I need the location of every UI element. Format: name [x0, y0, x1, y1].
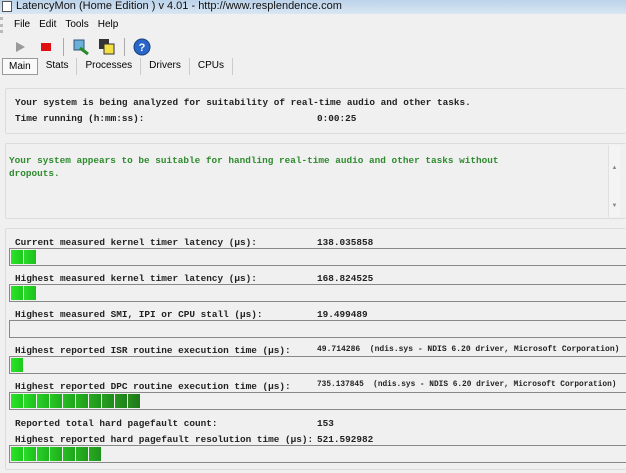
svg-text:?: ? [139, 42, 146, 54]
time-running-value: 0:00:25 [317, 113, 357, 124]
bar-block [63, 447, 75, 461]
bar-block [11, 447, 23, 461]
metric-value: 735.137845 (ndis.sys - NDIS 6.20 driver,… [317, 381, 617, 389]
toolbar-separator [63, 38, 64, 56]
help-icon[interactable]: ? [132, 37, 152, 57]
windows-icon[interactable] [97, 37, 117, 57]
scroll-down-icon[interactable]: ▼ [609, 203, 620, 209]
metric-label: Highest reported hard pagefault resoluti… [15, 434, 314, 445]
bar-block [76, 394, 88, 408]
tab-cpus[interactable]: CPUs [190, 58, 233, 75]
bar-block [37, 447, 49, 461]
tab-stats[interactable]: Stats [38, 58, 78, 75]
stop-icon[interactable] [36, 37, 56, 57]
bar-block [24, 286, 36, 300]
report-icon[interactable] [71, 37, 91, 57]
analysis-panel: Your system is being analyzed for suitab… [5, 88, 626, 134]
verdict-text: Your system appears to be suitable for h… [9, 155, 499, 179]
metric-label: Highest measured kernel timer latency (µ… [15, 273, 257, 284]
toolbar-separator [124, 38, 125, 56]
toolbar: ? [0, 35, 626, 59]
metric-value: 153 [317, 418, 334, 429]
metric-bar [9, 320, 626, 338]
tab-main[interactable]: Main [2, 58, 38, 75]
metric-value: 168.824525 [317, 273, 374, 284]
metric-bar [9, 445, 626, 463]
verdict-panel: Your system appears to be suitable for h… [5, 143, 626, 219]
app-icon [2, 1, 12, 12]
analysis-text: Your system is being analyzed for suitab… [15, 97, 471, 108]
bar-block [89, 447, 101, 461]
metric-value: 49.714286 (ndis.sys - NDIS 6.20 driver, … [317, 345, 620, 354]
metric-label: Reported total hard pagefault count: [15, 418, 218, 429]
metric-value: 138.035858 [317, 237, 374, 248]
bar-block [11, 286, 23, 300]
tab-drivers[interactable]: Drivers [141, 58, 190, 75]
bar-block [50, 394, 62, 408]
play-icon[interactable] [10, 37, 30, 57]
metrics-panel: Current measured kernel timer latency (µ… [5, 228, 626, 470]
menu-edit[interactable]: Edit [39, 17, 56, 33]
bar-block [89, 394, 101, 408]
scroll-up-icon[interactable]: ▲ [609, 165, 620, 171]
metric-bar [9, 284, 626, 302]
bar-block [128, 394, 140, 408]
menu-tools[interactable]: Tools [65, 17, 88, 33]
window-title: LatencyMon (Home Edition ) v 4.01 - http… [16, 0, 342, 12]
bar-block [102, 394, 114, 408]
bar-block [24, 250, 36, 264]
bar-block [11, 250, 23, 264]
metric-value: 521.592982 [317, 434, 374, 445]
bar-block [63, 394, 75, 408]
bar-block [76, 447, 88, 461]
time-running-label: Time running (h:mm:ss): [15, 113, 145, 124]
metric-bar [9, 356, 626, 374]
bar-block [11, 394, 23, 408]
menu-file[interactable]: File [14, 17, 30, 33]
metric-bar [9, 248, 626, 266]
menu-bar: File Edit Tools Help [0, 17, 626, 33]
bar-block [24, 394, 36, 408]
metric-label: Highest reported ISR routine execution t… [15, 345, 291, 356]
bar-block [50, 447, 62, 461]
bar-block [115, 394, 127, 408]
metric-bar [9, 392, 626, 410]
menu-help[interactable]: Help [98, 17, 119, 33]
bar-block [24, 447, 36, 461]
metric-value: 19.499489 [317, 309, 368, 320]
tab-processes[interactable]: Processes [77, 58, 142, 75]
metric-label: Highest measured SMI, IPI or CPU stall (… [15, 309, 263, 320]
tab-bar: Main Stats Processes Drivers CPUs [2, 58, 233, 75]
bar-block [37, 394, 49, 408]
metric-label: Current measured kernel timer latency (µ… [15, 237, 257, 248]
metric-label: Highest reported DPC routine execution t… [15, 381, 291, 392]
title-bar: LatencyMon (Home Edition ) v 4.01 - http… [0, 0, 626, 14]
bar-block [11, 358, 23, 372]
verdict-scrollbar[interactable]: ▲ ▼ [608, 145, 620, 217]
